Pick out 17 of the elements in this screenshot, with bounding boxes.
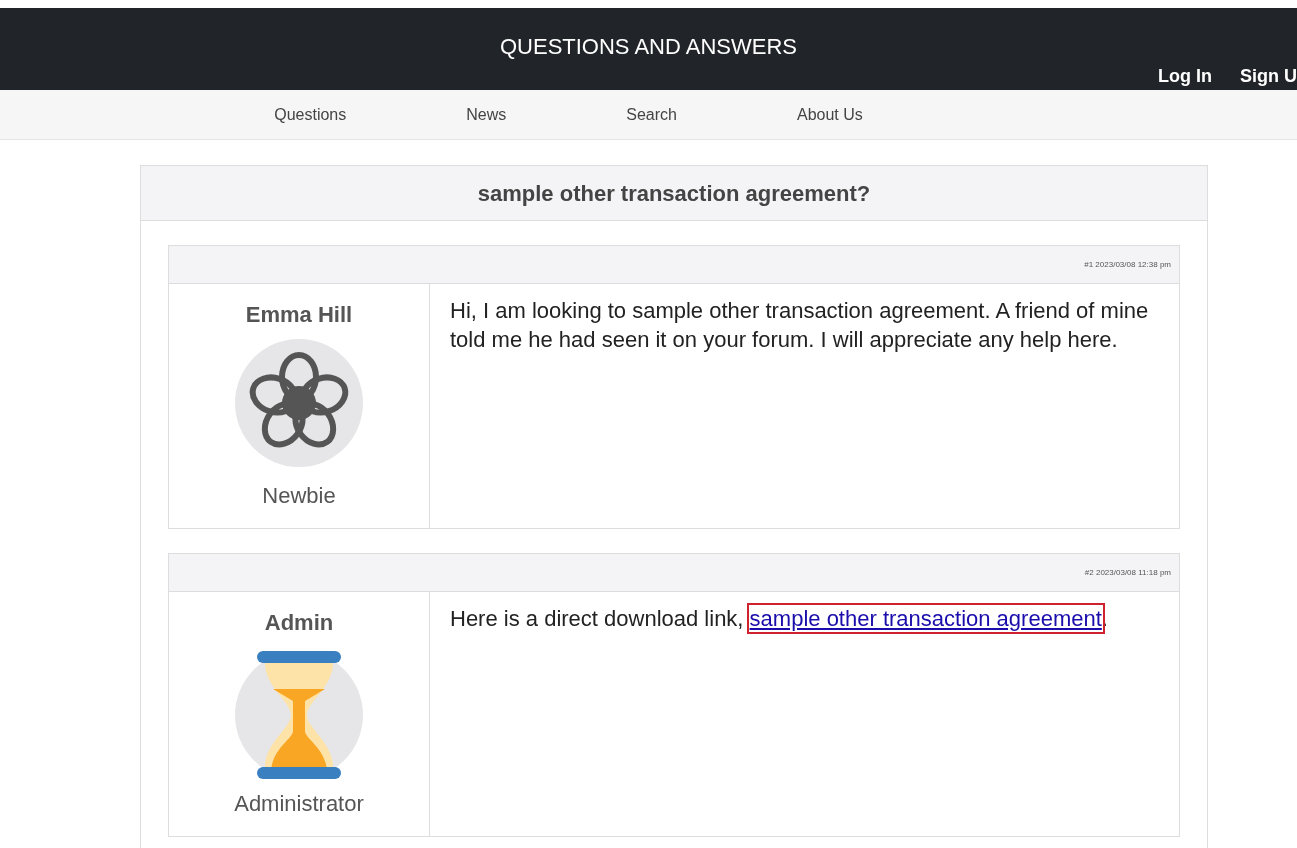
header-link[interactable]: Log In <box>1158 63 1212 90</box>
author-name: Admin <box>264 609 334 637</box>
site-title: QUESTIONS AND ANSWERS <box>498 33 799 61</box>
nav-link[interactable]: About Us <box>796 102 863 127</box>
download-link[interactable]: sample other transaction agreement <box>749 606 1102 631</box>
post-meta: #2 2023/03/08 11:18 pm <box>1084 566 1171 579</box>
author-name: Emma Hill <box>245 301 353 329</box>
flower-icon <box>235 339 363 467</box>
header-link[interactable]: Sign U <box>1240 63 1297 90</box>
post-text: Hi, I am looking to sample other transaction agreement. A friend of mine told me he had seen it on your forum. I will appreciate any help here. <box>450 297 1150 354</box>
thread-title: sample other transaction agreement? <box>141 166 1207 221</box>
user-rank: Newbie <box>262 482 336 510</box>
nav-link[interactable]: Search <box>626 102 677 127</box>
user-rank: Administrator <box>234 790 364 818</box>
post-meta: #1 2023/03/08 12:38 pm <box>1084 258 1171 271</box>
nav-link[interactable]: News <box>466 102 507 127</box>
nav-link[interactable]: Questions <box>274 102 347 127</box>
